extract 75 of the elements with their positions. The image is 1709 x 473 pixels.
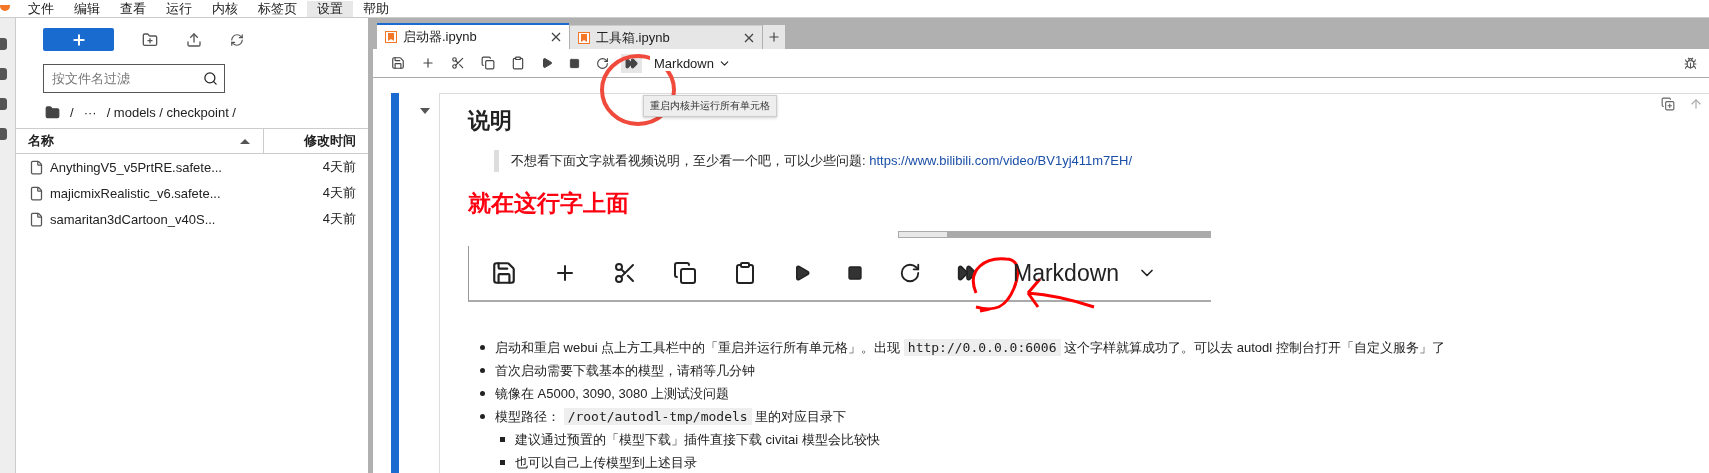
bullet-text: 也可以自己上传模型到上述目录 [515,454,697,472]
file-icon [29,159,44,175]
close-button[interactable] [744,32,754,43]
upload-icon[interactable] [186,31,202,48]
duplicate-icon[interactable] [1661,97,1675,111]
close-button[interactable] [551,32,561,42]
bullet-text: 建议通过预置的「模型下载」插件直接下载 civitai 模型会比较快 [515,431,880,449]
bullet-icon [480,345,485,350]
close-icon [744,32,754,43]
plus-icon [767,30,781,44]
plus-icon [70,31,87,48]
bullet-text: 模型路径： /root/autodl-tmp/models 里的对应目录下 [495,407,847,427]
modified-time: 4天前 [322,210,356,228]
new-folder-icon[interactable] [142,31,158,48]
file-row[interactable]: samaritan3dCartoon_v40S... 4天前 [16,206,368,232]
notebook-icon [578,31,590,44]
menu-item[interactable]: 内核 [202,1,248,17]
menu-item[interactable]: 运行 [156,1,202,17]
sidebar-icon[interactable] [0,98,7,110]
file-row[interactable]: AnythingV5_v5PrtRE.safete... 4天前 [16,154,368,180]
bullet-text: 镜像在 A5000, 3090, 3080 上测试没问题 [495,385,730,403]
bullet-icon [480,414,485,419]
notebook-tab[interactable]: 启动器.ipynb [377,23,569,49]
stop-icon [847,265,863,281]
menu-item[interactable]: 设置 [307,1,353,17]
run-icon [793,264,811,282]
new-button[interactable] [43,28,114,51]
bullet-text: 启动和重启 webui 点上方工具栏中的「重启并运行所有单元格」。出现 http://0.0.0.0:6006 这个字样就算成功了。可以去 autodl 控制台打开「自定义服务」了 [495,338,1445,358]
fast-forward-icon [957,263,977,283]
save-icon [491,260,517,286]
file-row[interactable]: majicmixRealistic_v6.safete... 4天前 [16,180,368,206]
modified-time: 4天前 [322,184,356,202]
breadcrumb-item[interactable]: / [70,105,74,120]
bullet-icon [500,437,505,442]
sidebar-icon[interactable] [0,38,7,50]
close-icon [551,32,561,42]
video-link[interactable]: https://www.bilibili.com/video/BV1yj411m7EH/ [869,153,1132,168]
bullet-icon [500,460,505,465]
sidebar-icon[interactable] [0,128,7,140]
restart-icon [899,262,921,284]
column-header[interactable]: 修改时间 [264,129,368,153]
section-heading: 说明 [468,107,512,135]
bullet-icon [480,391,485,396]
file-name: majicmixRealistic_v6.safete... [50,185,222,201]
notebook-tab[interactable]: 工具箱.ipynb [570,25,762,49]
menu-item[interactable]: 查看 [110,1,156,17]
bug-icon[interactable] [1684,56,1697,70]
notebook-icon [385,31,397,43]
menu-item[interactable]: 文件 [18,1,64,17]
cut-icon [613,261,637,285]
folder-icon[interactable] [45,105,60,120]
file-name: samaritan3dCartoon_v40S... [50,211,217,227]
bullet-text: 首次启动需要下载基本的模型，请稍等几分钟 [495,362,755,380]
file-icon [29,185,44,201]
quote-bar [494,150,499,172]
breadcrumb-item[interactable]: ··· [83,105,97,120]
file-name: AnythingV5_v5PrtRE.safete... [50,159,223,175]
add-tab-button[interactable] [763,25,785,49]
search-icon [203,71,218,86]
menu-item[interactable]: 编辑 [64,1,110,17]
column-header[interactable]: 名称 [16,129,264,153]
sidebar-icon[interactable] [0,68,7,80]
tooltip: 重启内核并运行所有单元格 [643,95,777,117]
menu-item[interactable]: 帮助 [353,1,399,17]
paste-icon [733,261,757,285]
filter-field[interactable]: 按文件名过滤 [43,64,225,93]
quote-text: 不想看下面文字就看视频说明，至少看一个吧，可以少些问题: https://www.bilibili.com/video/BV1yj411m7EH/ [511,152,1132,170]
refresh-icon[interactable] [230,32,244,47]
annotation-heading: 就在这行字上面 [468,189,629,218]
modified-time: 4天前 [322,158,356,176]
menu-item[interactable]: 标签页 [248,1,307,17]
file-icon [29,211,44,227]
breadcrumb-item[interactable]: / models / checkpoint / [106,105,236,120]
copy-icon [673,261,697,285]
bullet-icon [480,368,485,373]
